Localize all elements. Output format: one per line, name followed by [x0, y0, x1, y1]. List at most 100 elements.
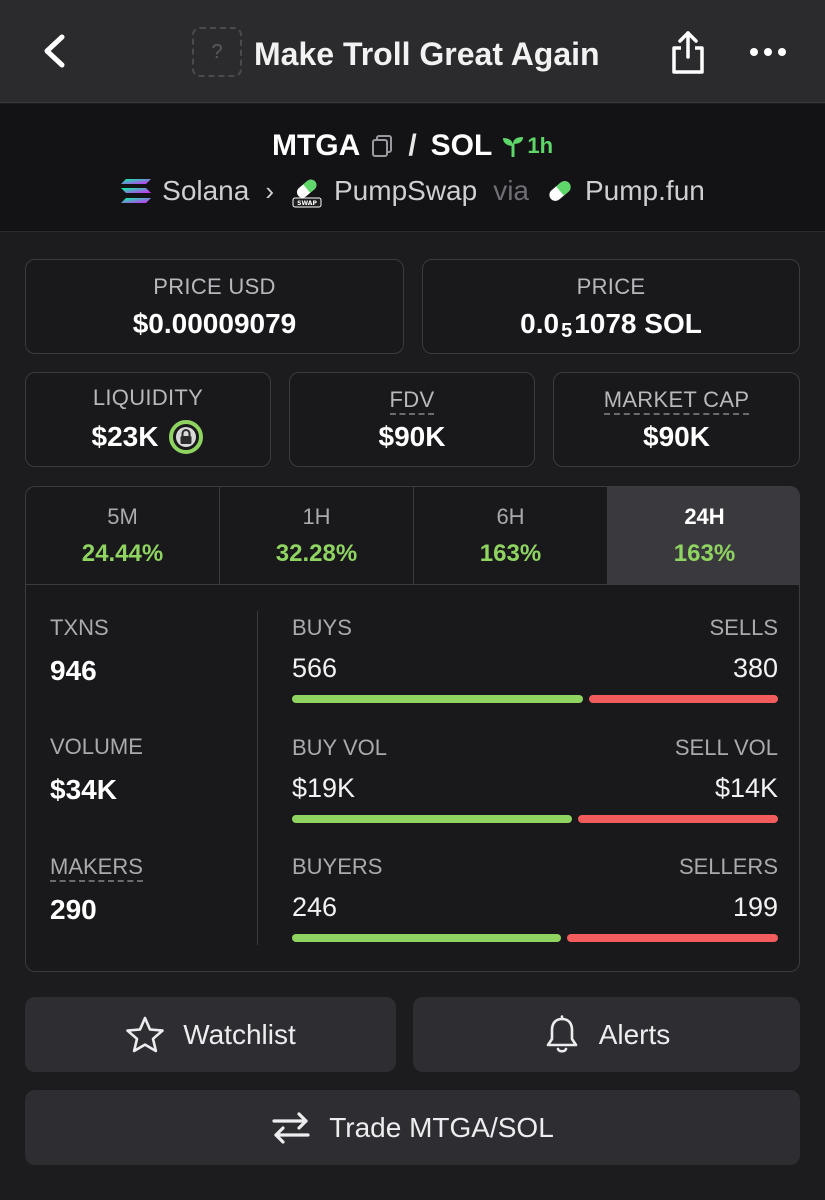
- pair-age-badge: 1h: [502, 133, 553, 159]
- sell-vol-bar: [577, 815, 778, 823]
- price-native-prefix: 0.0: [520, 307, 560, 339]
- pumpswap-logo-icon: SWAP: [292, 179, 322, 208]
- buys-sells-group: BUYS SELLS 566 380: [292, 615, 778, 705]
- sells-value: 380: [732, 653, 778, 683]
- sell-vol-label: SELL VOL: [674, 735, 778, 760]
- market-cap-card: MARKET CAP $90K: [553, 372, 800, 467]
- alerts-button[interactable]: Alerts: [413, 997, 800, 1072]
- chain-link[interactable]: Solana: [162, 175, 249, 207]
- app-bar: ? Make Troll Great Again: [0, 0, 825, 103]
- solana-logo-icon: [121, 179, 152, 203]
- sellers-bar: [566, 934, 778, 942]
- fdv-label[interactable]: FDV: [389, 386, 435, 415]
- token-logo-placeholder: ?: [192, 27, 242, 77]
- buys-value: 566: [292, 653, 338, 683]
- price-native-value: 0.0 5 1078 SOL: [520, 307, 702, 343]
- tab-1h[interactable]: 1H 32.28%: [220, 487, 414, 584]
- tab-label: 5M: [107, 503, 138, 529]
- price-native-card: PRICE 0.0 5 1078 SOL: [422, 259, 800, 354]
- liquidity-value-row: $23K: [92, 419, 205, 455]
- tab-6h[interactable]: 6H 163%: [414, 487, 608, 584]
- pumpfun-pill-icon: [549, 181, 571, 201]
- swap-arrows-icon: [272, 1111, 310, 1144]
- dex-link[interactable]: PumpSwap: [334, 175, 477, 207]
- market-cap-value: $90K: [643, 420, 710, 452]
- fdv-value: $90K: [378, 420, 446, 452]
- makers-label[interactable]: MAKERS: [50, 854, 143, 882]
- chevron-right-icon: ›: [265, 175, 274, 206]
- pair-header: MTGA / SOL 1h Solana › SWAP PumpSwap via…: [0, 104, 825, 232]
- buyers-sellers-group: BUYERS SELLERS 246 199: [292, 854, 778, 944]
- buy-vol-bar: [292, 815, 572, 823]
- price-native-zero-count: 5: [561, 320, 573, 342]
- buyers-sellers-bar: [292, 934, 778, 942]
- makers-value: 290: [50, 894, 97, 925]
- buy-vol-label: BUY VOL: [292, 735, 387, 760]
- timeframe-tabs: 5M 24.44% 1H 32.28% 6H 163% 24H 163%: [26, 487, 799, 585]
- trade-label: Trade MTGA/SOL: [329, 1111, 554, 1143]
- chevron-left-icon: [44, 34, 65, 68]
- pair-age: 1h: [527, 133, 554, 158]
- price-change-value: 163%: [673, 539, 736, 567]
- price-native-suffix: 1078 SOL: [574, 307, 702, 339]
- pair-separator: /: [408, 129, 417, 162]
- tab-5m[interactable]: 5M 24.44%: [26, 487, 220, 584]
- column-divider: [257, 611, 258, 945]
- more-options-button[interactable]: [744, 30, 792, 74]
- buyers-value: 246: [292, 892, 338, 922]
- copy-icon[interactable]: [370, 134, 394, 158]
- fdv-card: FDV $90K: [289, 372, 535, 467]
- share-button[interactable]: [664, 26, 712, 78]
- sell-vol-value: $14K: [714, 773, 778, 803]
- volume-label: VOLUME: [50, 734, 143, 759]
- star-icon: [126, 1016, 165, 1052]
- watchlist-button[interactable]: Watchlist: [25, 997, 396, 1072]
- svg-text:SWAP: SWAP: [297, 200, 317, 207]
- trade-button[interactable]: Trade MTGA/SOL: [25, 1090, 800, 1165]
- buys-label: BUYS: [292, 615, 352, 640]
- price-usd-label: PRICE USD: [153, 273, 276, 299]
- buy-sell-volume-group: BUY VOL SELL VOL $19K $14K: [292, 735, 778, 825]
- volume-value: $34K: [50, 774, 117, 805]
- txns-value: 946: [50, 655, 97, 686]
- txns-label: TXNS: [50, 615, 109, 640]
- share-icon: [672, 31, 704, 74]
- buy-sell-volume-bar: [292, 815, 778, 823]
- txns-metric: TXNS 946: [50, 615, 109, 687]
- buys-sells-bar: [292, 695, 778, 703]
- price-usd-card: PRICE USD $0.00009079: [25, 259, 404, 354]
- alerts-label: Alerts: [598, 1018, 671, 1050]
- seedling-icon: [503, 137, 524, 157]
- buy-vol-value: $19K: [292, 773, 356, 803]
- sellers-value: 199: [732, 892, 778, 922]
- base-token-symbol: MTGA: [271, 129, 361, 162]
- buys-bar: [292, 695, 583, 703]
- liquidity-label: LIQUIDITY: [92, 384, 204, 410]
- price-change-value: 163%: [479, 539, 542, 567]
- liquidity-card: LIQUIDITY $23K: [25, 372, 271, 467]
- price-native-label: PRICE: [576, 273, 646, 299]
- tab-24h[interactable]: 24H 163%: [608, 487, 799, 584]
- market-cap-label[interactable]: MARKET CAP: [603, 386, 750, 415]
- sells-label: SELLS: [709, 615, 779, 640]
- price-usd-value: $0.00009079: [132, 307, 297, 339]
- quote-token-symbol: SOL: [430, 129, 493, 162]
- lock-icon[interactable]: [168, 419, 204, 455]
- chain-breadcrumb: Solana › SWAP PumpSwap via Pump.fun: [0, 170, 825, 212]
- buyers-bar: [292, 934, 561, 942]
- makers-metric: MAKERS 290: [50, 854, 143, 926]
- page-title: Make Troll Great Again: [254, 36, 600, 72]
- volume-metric: VOLUME $34K: [50, 734, 143, 806]
- tab-label: 6H: [496, 503, 525, 529]
- price-change-value: 32.28%: [275, 539, 358, 567]
- tab-label: 1H: [302, 503, 331, 529]
- trading-stats-panel: 5M 24.44% 1H 32.28% 6H 163% 24H 163% TXN…: [25, 486, 800, 972]
- liquidity-value: $23K: [91, 420, 159, 452]
- bell-icon: [546, 1014, 578, 1053]
- back-button[interactable]: [30, 26, 80, 76]
- via-label: via: [493, 175, 529, 206]
- launchpad-link[interactable]: Pump.fun: [585, 175, 705, 207]
- buyers-label: BUYERS: [292, 854, 383, 879]
- price-change-value: 24.44%: [81, 539, 164, 567]
- pair-title-row: MTGA / SOL 1h: [0, 124, 825, 168]
